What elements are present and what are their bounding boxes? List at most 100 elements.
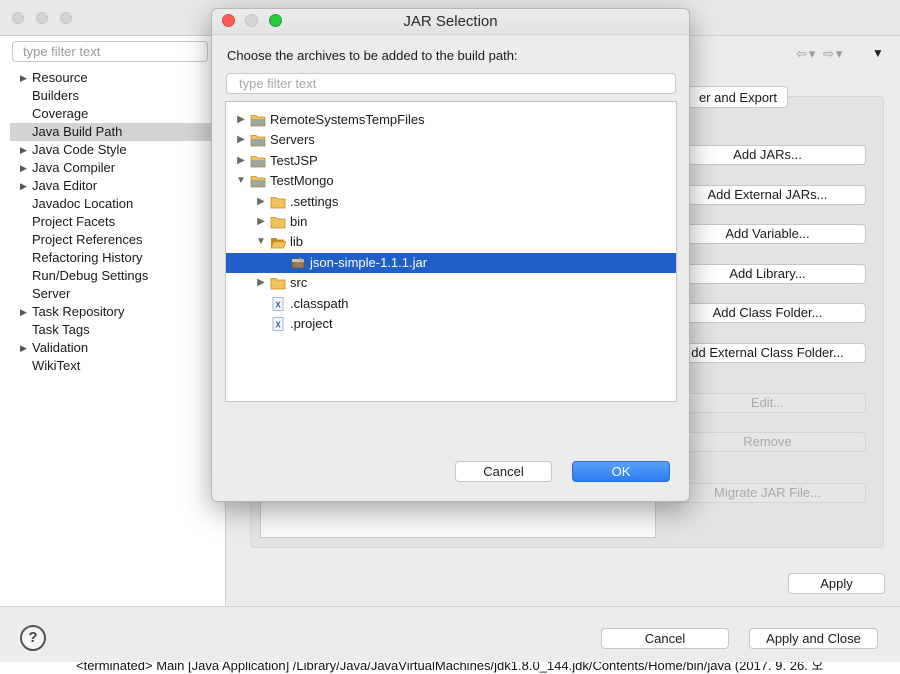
expand-triangle-icon[interactable]: ▶ <box>236 130 246 150</box>
project-folder-icon <box>250 113 266 127</box>
apply-button[interactable]: Apply <box>788 573 885 594</box>
category-label: Project Facets <box>32 214 116 229</box>
collapse-triangle-icon[interactable]: ▼ <box>236 171 246 191</box>
category-item[interactable]: ▶ Java Editor <box>10 177 226 195</box>
build-path-action-button[interactable]: Remove <box>669 432 866 452</box>
category-label: Java Compiler <box>32 160 116 175</box>
history-nav[interactable]: ⇦▾ ⇨▾ <box>796 46 844 62</box>
category-label: WikiText <box>32 358 81 373</box>
build-path-action-button[interactable]: dd External Class Folder... <box>669 343 866 363</box>
category-item[interactable]: ▶ Java Code Style <box>10 141 226 159</box>
build-path-action-button[interactable]: Add External JARs... <box>669 185 866 205</box>
tree-item[interactable]: ▶ bin <box>226 212 676 232</box>
category-filter-input[interactable]: type filter text <box>12 41 208 62</box>
folder-icon <box>270 195 286 209</box>
folder-icon <box>270 235 287 249</box>
console-text: <terminated> Main [Java Application] /Li… <box>76 662 824 673</box>
cancel-button[interactable]: Cancel <box>601 628 729 649</box>
classpath-list[interactable] <box>260 500 656 538</box>
tree-item[interactable]: ▼ TestMongo <box>226 171 676 191</box>
tree-item-label: TestJSP <box>270 152 318 168</box>
category-item[interactable]: ▶ Validation <box>10 339 226 357</box>
tree-item-label: lib <box>290 234 304 250</box>
apply-and-close-button[interactable]: Apply and Close <box>749 628 878 649</box>
expand-triangle-icon[interactable]: ▶ <box>20 339 27 357</box>
category-label: Builders <box>32 88 79 103</box>
tree-item-label: RemoteSystemsTempFiles <box>270 112 425 127</box>
category-label: Javadoc Location <box>32 196 134 211</box>
expand-triangle-icon[interactable]: ▶ <box>20 177 27 195</box>
category-item[interactable]: Run/Debug Settings <box>10 267 226 285</box>
dialog-filter-input[interactable]: type filter text <box>226 73 676 94</box>
svg-text:X: X <box>275 321 281 330</box>
category-item[interactable]: Java Build Path <box>10 123 226 141</box>
tree-item[interactable]: ▶ .settings <box>226 192 676 212</box>
expand-triangle-icon[interactable]: ▶ <box>236 151 246 171</box>
expand-triangle-icon[interactable]: ▶ <box>20 141 27 159</box>
expand-triangle-icon[interactable]: ▶ <box>256 212 266 232</box>
view-menu-icon[interactable]: ▼ <box>872 46 884 60</box>
category-item[interactable]: WikiText <box>10 357 226 375</box>
window-close-light[interactable] <box>12 12 24 24</box>
help-icon[interactable]: ? <box>20 625 46 651</box>
tree-item[interactable]: X .project <box>226 314 676 334</box>
build-path-action-button[interactable]: Add Variable... <box>669 224 866 244</box>
category-label: Server <box>32 286 71 301</box>
dialog-title: JAR Selection <box>403 13 498 30</box>
build-path-action-button[interactable]: Add Library... <box>669 264 866 284</box>
category-item[interactable]: ▶ Task Repository <box>10 303 226 321</box>
expand-triangle-icon[interactable]: ▶ <box>20 69 27 87</box>
dialog-message: Choose the archives to be added to the b… <box>227 48 518 63</box>
tree-item[interactable]: ▶ TestJSP <box>226 151 676 171</box>
category-list: ▶ Resource Builders Coverage Java Build Path… <box>10 69 226 375</box>
jar-file-icon <box>290 256 306 270</box>
category-label: Task Tags <box>32 322 90 337</box>
build-path-action-button[interactable]: Migrate JAR File... <box>669 483 866 503</box>
jar-selection-dialog: JAR Selection Choose the archives to be … <box>211 8 690 502</box>
tree-item[interactable]: X .classpath <box>226 294 676 314</box>
build-path-action-button[interactable]: Add Class Folder... <box>669 303 866 323</box>
folder-icon <box>270 215 286 229</box>
category-item[interactable]: Javadoc Location <box>10 195 226 213</box>
category-label: Coverage <box>32 106 89 121</box>
tree-item[interactable]: ▶ RemoteSystemsTempFiles <box>226 110 676 130</box>
expand-triangle-icon[interactable]: ▶ <box>236 110 246 130</box>
window-minimize-light[interactable] <box>36 12 48 24</box>
window-maximize-light[interactable] <box>60 12 72 24</box>
expand-triangle-icon[interactable]: ▶ <box>20 303 27 321</box>
category-label: Resource <box>32 70 88 85</box>
collapse-triangle-icon[interactable]: ▼ <box>256 232 266 252</box>
svg-text:X: X <box>275 300 281 309</box>
dialog-titlebar: JAR Selection <box>212 9 689 35</box>
xml-file-icon: X <box>270 296 286 311</box>
category-item[interactable]: Builders <box>10 87 226 105</box>
tree-item-label: json-simple-1.1.1.jar <box>310 254 428 270</box>
tree-item-label: .settings <box>290 193 339 209</box>
build-path-action-button[interactable]: Add JARs... <box>669 145 866 165</box>
category-item[interactable]: Refactoring History <box>10 249 226 267</box>
category-item[interactable]: Server <box>10 285 226 303</box>
tree-item[interactable]: ▶ Servers <box>226 130 676 150</box>
category-item[interactable]: Task Tags <box>10 321 226 339</box>
project-folder-icon <box>250 174 266 188</box>
category-label: Refactoring History <box>32 250 143 265</box>
tree-item-label: src <box>290 275 308 291</box>
tree-item[interactable]: ▼ lib <box>226 232 676 252</box>
project-folder-icon <box>250 133 266 147</box>
build-path-action-button[interactable]: Edit... <box>669 393 866 413</box>
dialog-cancel-button[interactable]: Cancel <box>455 461 552 482</box>
category-label: Task Repository <box>32 304 125 319</box>
expand-triangle-icon[interactable]: ▶ <box>256 192 266 212</box>
tree-item[interactable]: ▶ src <box>226 273 676 293</box>
category-item[interactable]: Project References <box>10 231 226 249</box>
category-item[interactable]: ▶ Java Compiler <box>10 159 226 177</box>
expand-triangle-icon[interactable]: ▶ <box>256 273 266 293</box>
category-item[interactable]: Project Facets <box>10 213 226 231</box>
expand-triangle-icon[interactable]: ▶ <box>20 159 27 177</box>
category-item[interactable]: ▶ Resource <box>10 69 226 87</box>
project-folder-icon <box>250 154 266 168</box>
tree-item[interactable]: json-simple-1.1.1.jar <box>226 252 676 273</box>
category-label: Project References <box>32 232 143 247</box>
category-item[interactable]: Coverage <box>10 105 226 123</box>
dialog-ok-button[interactable]: OK <box>572 461 670 482</box>
